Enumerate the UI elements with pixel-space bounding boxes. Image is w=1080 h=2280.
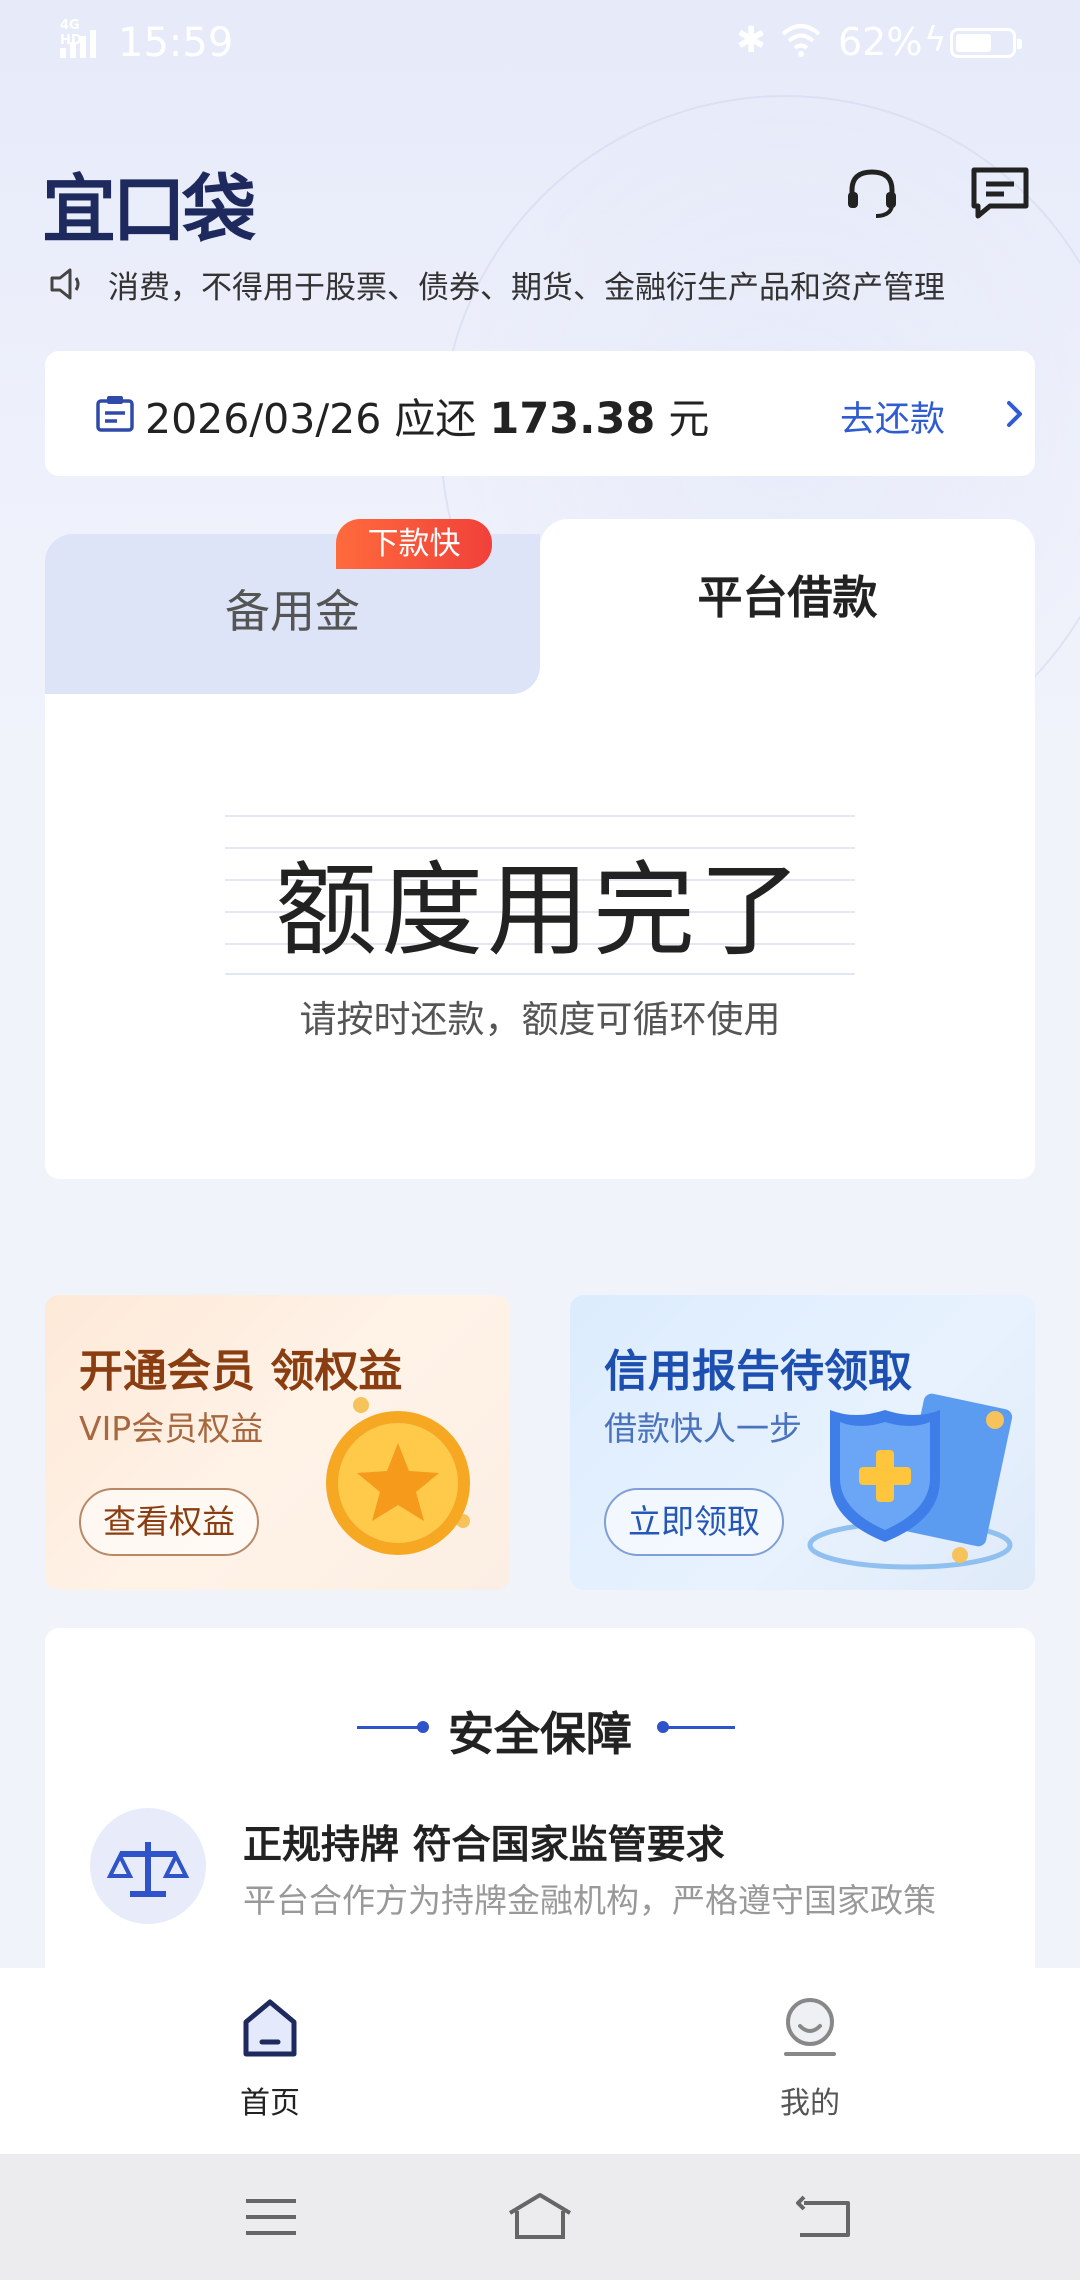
vip-title: 开通会员 领权益 bbox=[79, 1346, 403, 1397]
repayment-summary: 2026/03/26 应还 173.38 元 bbox=[145, 385, 709, 445]
headset-icon[interactable] bbox=[840, 160, 904, 224]
nav-profile[interactable]: 我的 bbox=[730, 1996, 890, 2126]
home-icon bbox=[243, 1999, 297, 2057]
home-icon[interactable] bbox=[505, 2189, 575, 2245]
repayment-card[interactable]: 2026/03/26 应还 173.38 元 去还款 bbox=[45, 351, 1035, 476]
message-icon[interactable] bbox=[968, 160, 1032, 224]
battery-percent: 62% bbox=[838, 20, 923, 64]
charging-icon: ϟ bbox=[924, 20, 947, 60]
security-description: 平台合作方为持牌金融机构，严格遵守国家政策 bbox=[243, 1881, 936, 1920]
bluetooth-icon: ✱ bbox=[736, 20, 767, 61]
notice-marquee[interactable]: 消费，不得用于股票、债券、期货、金融衍生产品和资产管理 bbox=[48, 262, 1038, 306]
credit-hint: 请按时还款，额度可循环使用 bbox=[299, 998, 781, 1041]
app-logo: 宜口袋 bbox=[42, 167, 256, 253]
bill-icon bbox=[96, 396, 134, 432]
nav-profile-label: 我的 bbox=[780, 2086, 840, 2121]
status-bar: 4G HD 15:59 ✱ 62% ϟ bbox=[0, 0, 1080, 86]
due-date: 2026/03/26 bbox=[145, 395, 382, 443]
menu-icon[interactable] bbox=[236, 2189, 306, 2245]
clock: 15:59 bbox=[118, 20, 234, 66]
tab-platform-loan-label[interactable]: 平台借款 bbox=[540, 561, 1035, 626]
credit-status: 额度用完了 bbox=[275, 852, 805, 971]
signal-icon: 4G HD bbox=[60, 18, 104, 58]
security-heading: 正规持牌 符合国家监管要求 bbox=[243, 1823, 725, 1868]
gold-coin-icon bbox=[326, 1397, 470, 1555]
title-line-right bbox=[665, 1726, 735, 1729]
battery-level bbox=[956, 34, 991, 52]
scale-icon bbox=[90, 1808, 206, 1924]
nav-home[interactable]: 首页 bbox=[190, 1996, 350, 2126]
shield-icon bbox=[807, 1393, 1013, 1570]
loan-card: 备用金 下款快 平台借款 额度用完了 请按时还款，额度可循环使用 bbox=[45, 519, 1035, 1179]
chevron-right-icon[interactable] bbox=[1005, 399, 1025, 429]
due-label: 应还 bbox=[394, 395, 477, 443]
speaker-icon bbox=[50, 268, 80, 300]
currency-unit: 元 bbox=[668, 395, 710, 443]
fast-disbursement-badge: 下款快 bbox=[336, 519, 492, 569]
security-title: 安全保障 bbox=[448, 1707, 632, 1761]
repay-button[interactable]: 去还款 bbox=[840, 391, 945, 442]
due-amount: 173.38 bbox=[489, 394, 656, 444]
nav-home-label: 首页 bbox=[240, 2086, 300, 2121]
view-benefits-button[interactable]: 查看权益 bbox=[79, 1488, 259, 1556]
profile-icon bbox=[784, 1998, 836, 2056]
back-icon[interactable] bbox=[790, 2189, 860, 2245]
notice-text: 消费，不得用于股票、债券、期货、金融衍生产品和资产管理 bbox=[108, 270, 945, 306]
credit-report-subtitle: 借款快人一步 bbox=[604, 1409, 802, 1448]
bottom-navigation: 首页 我的 bbox=[0, 1968, 1080, 2154]
security-section: 安全保障 正规持牌 符合国家监管要求 平台合作方为持牌金融机构，严格遵守国家政策 bbox=[45, 1628, 1035, 1968]
wifi-icon bbox=[781, 24, 821, 57]
system-navigation-bar bbox=[0, 2154, 1080, 2280]
battery-icon bbox=[950, 28, 1022, 58]
vip-promo-card[interactable]: 开通会员 领权益 VIP会员权益 查看权益 bbox=[45, 1295, 510, 1590]
tab-reserve-fund-label[interactable]: 备用金 bbox=[45, 575, 540, 640]
credit-report-card[interactable]: 信用报告待领取 借款快人一步 立即领取 bbox=[570, 1295, 1035, 1590]
claim-now-button[interactable]: 立即领取 bbox=[604, 1488, 784, 1556]
vip-subtitle: VIP会员权益 bbox=[79, 1409, 264, 1448]
